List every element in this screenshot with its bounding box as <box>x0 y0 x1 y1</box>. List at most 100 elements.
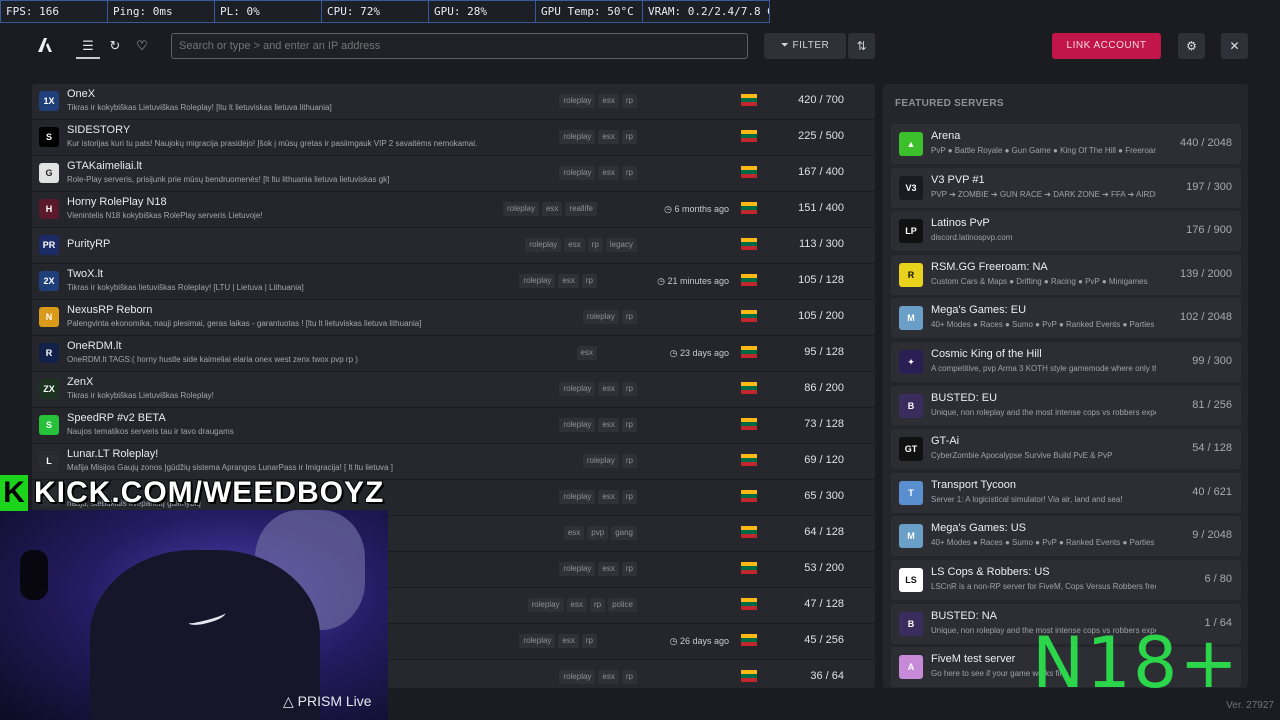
featured-player-count: 139 / 2000 <box>1180 267 1232 280</box>
server-tag[interactable]: rp <box>621 454 637 468</box>
server-tag[interactable]: rp <box>621 670 637 684</box>
favorites-heart-icon[interactable]: ♡ <box>131 35 153 57</box>
featured-server-item[interactable]: V3 V3 PVP #1 PVP ➔ ZOMBIE ➔ GUN RACE ➔ DAR… <box>891 167 1241 208</box>
server-row[interactable]: H Horny RolePlay N18 Vienintelis N18 kokyb… <box>32 192 875 228</box>
server-tag[interactable]: legacy <box>605 238 637 252</box>
lithuania-flag-icon <box>741 634 757 646</box>
history-icon[interactable]: ↻ <box>104 35 126 57</box>
featured-player-count: 6 / 80 <box>1204 573 1232 585</box>
server-tag[interactable]: esx <box>566 598 587 612</box>
search-input[interactable] <box>171 33 748 59</box>
filter-button[interactable]: ⏷ FILTER <box>764 33 846 59</box>
server-tag[interactable]: esx <box>598 418 619 432</box>
server-tag[interactable]: roleplay <box>582 310 619 324</box>
server-tag[interactable]: roleplay <box>559 562 596 576</box>
lithuania-flag-icon <box>741 274 757 286</box>
server-row[interactable]: R OneRDM.lt OneRDM.lt TAGS:( horny hustle … <box>32 336 875 372</box>
server-tag[interactable]: pvp <box>587 526 609 540</box>
server-tag[interactable]: roleplay <box>519 274 556 288</box>
featured-server-item[interactable]: M Mega's Games: EU 40+ Modes ● Races ● Sum… <box>891 298 1241 339</box>
server-tag[interactable]: rp <box>621 130 637 144</box>
featured-server-item[interactable]: LP Latinos PvP discord.latinospvp.com 176 /… <box>891 211 1241 252</box>
server-tags: roleplay esx rp <box>519 634 597 648</box>
server-tag[interactable]: police <box>608 598 637 612</box>
settings-button[interactable]: ⚙ <box>1178 33 1205 59</box>
server-row[interactable]: S SpeedRP #v2 BETA Naujos tematikos server… <box>32 408 875 444</box>
featured-server-item[interactable]: GT GT-Ai CyberZombie Apocalypse Survive Bu… <box>891 429 1241 470</box>
fivem-server-browser: FPS: 166 Ping: 0ms PL: 0% CPU: 72% GPU: 28% G… <box>0 0 1280 720</box>
featured-server-item[interactable]: R RSM.GG Freeroam: NA Custom Cars & Maps ●… <box>891 254 1241 295</box>
server-tag[interactable]: esx <box>598 562 619 576</box>
server-icon: 2X <box>39 271 59 291</box>
server-tag[interactable]: esx <box>598 490 619 504</box>
lithuania-flag-icon <box>741 346 757 358</box>
server-tag[interactable]: rp <box>581 274 597 288</box>
server-tag[interactable]: esx <box>558 634 579 648</box>
last-seen-label: ◷ 23 days ago <box>670 346 729 361</box>
server-tag[interactable]: roleplay <box>559 166 596 180</box>
server-tag[interactable]: roleplay <box>559 670 596 684</box>
server-tag[interactable]: esx <box>598 94 619 108</box>
server-icon: PR <box>39 235 59 255</box>
server-tag[interactable]: esx <box>598 130 619 144</box>
server-tag[interactable]: rp <box>621 382 637 396</box>
featured-server-item[interactable]: M Mega's Games: US 40+ Modes ● Races ● Sum… <box>891 516 1241 557</box>
featured-server-item[interactable]: LS LS Cops & Robbers: US LSCnR is a non-RP… <box>891 560 1241 600</box>
server-tag[interactable]: esx <box>598 382 619 396</box>
server-tag[interactable]: esx <box>576 346 597 360</box>
server-tag[interactable]: esx <box>598 670 619 684</box>
performance-overlay: FPS: 166 Ping: 0ms PL: 0% CPU: 72% GPU: 28% G… <box>0 0 770 23</box>
server-row[interactable]: G GTAKaimeliai.lt Role-Play serveris, pris… <box>32 156 875 192</box>
fivem-logo-icon[interactable] <box>36 36 54 54</box>
server-tag[interactable]: roleplay <box>559 490 596 504</box>
server-tag[interactable]: esx <box>563 526 585 540</box>
link-account-button[interactable]: LINK ACCOUNT <box>1052 33 1161 59</box>
server-tag[interactable]: roleplay <box>559 130 596 144</box>
featured-server-item[interactable]: T Transport Tycoon Server 1: A logicistica… <box>891 472 1241 513</box>
server-tag[interactable]: rp <box>621 562 637 576</box>
featured-server-name: Transport Tycoon <box>931 478 1016 491</box>
server-row[interactable]: PR PurityRP roleplay esx rp legacy 113 / 300 <box>32 228 875 264</box>
server-row[interactable]: S SIDESTORY Kur istorijas kuri tu pats! Na… <box>32 120 875 156</box>
server-row[interactable]: N NexusRP Reborn Palengvinta ekonomika, na… <box>32 300 875 336</box>
server-tag[interactable]: roleplay <box>502 202 539 216</box>
server-tag[interactable]: roleplay <box>519 634 556 648</box>
server-tag[interactable]: esx <box>598 166 619 180</box>
server-row[interactable]: ZX ZenX Tikras ir kokybiškas Lietuviškas R… <box>32 372 875 408</box>
featured-server-item[interactable]: B BUSTED: EU Unique, non roleplay and the … <box>891 385 1241 426</box>
server-tag[interactable]: esx <box>564 238 585 252</box>
featured-server-item[interactable]: ✦ Cosmic King of the Hill A competitive, p… <box>891 342 1241 382</box>
server-tag[interactable]: rp <box>589 598 606 612</box>
server-tag[interactable]: roleplay <box>559 94 596 108</box>
server-tag[interactable]: roleplay <box>559 418 596 432</box>
server-row[interactable]: 2X TwoX.lt Tikras ir kokybiškas lietuviška… <box>32 264 875 300</box>
server-name: SpeedRP #v2 BETA <box>67 412 166 424</box>
close-button[interactable]: ✕ <box>1221 33 1248 59</box>
server-tags: roleplay esx rp <box>519 274 597 288</box>
featured-server-description: LSCnR is a non-RP server for FiveM, Cops… <box>931 582 1156 591</box>
server-list-icon[interactable]: ☰ <box>77 35 99 57</box>
featured-server-item[interactable]: ▲ Arena PvP ● Battle Royale ● Gun Game ● K… <box>891 124 1241 164</box>
server-tag[interactable]: rp <box>621 310 637 324</box>
server-tag[interactable]: rp <box>621 166 637 180</box>
server-name: GTAKaimeliai.lt <box>67 160 142 172</box>
server-tag[interactable]: reallife <box>565 202 597 216</box>
featured-server-icon: B <box>899 611 923 636</box>
server-tag[interactable]: rp <box>621 418 637 432</box>
server-tag[interactable]: rp <box>621 490 637 504</box>
featured-server-name: Arena <box>931 130 961 142</box>
server-tag[interactable]: roleplay <box>582 454 619 468</box>
server-tag[interactable]: roleplay <box>525 238 562 252</box>
server-tag[interactable]: esx <box>541 202 563 216</box>
server-tag[interactable]: rp <box>587 238 603 252</box>
server-tag[interactable]: roleplay <box>559 382 596 396</box>
server-icon: N <box>39 307 59 327</box>
server-tag[interactable]: gang <box>611 526 637 540</box>
server-tag[interactable]: rp <box>621 94 637 108</box>
server-row[interactable]: 1X OneX Tikras ir kokybiškas Lietuviškas R… <box>32 84 875 120</box>
sort-button[interactable]: ⇅ <box>848 33 875 59</box>
last-seen-text: 26 days ago <box>679 636 729 646</box>
server-tag[interactable]: roleplay <box>527 598 564 612</box>
server-tag[interactable]: esx <box>558 274 579 288</box>
server-tag[interactable]: rp <box>581 634 597 648</box>
